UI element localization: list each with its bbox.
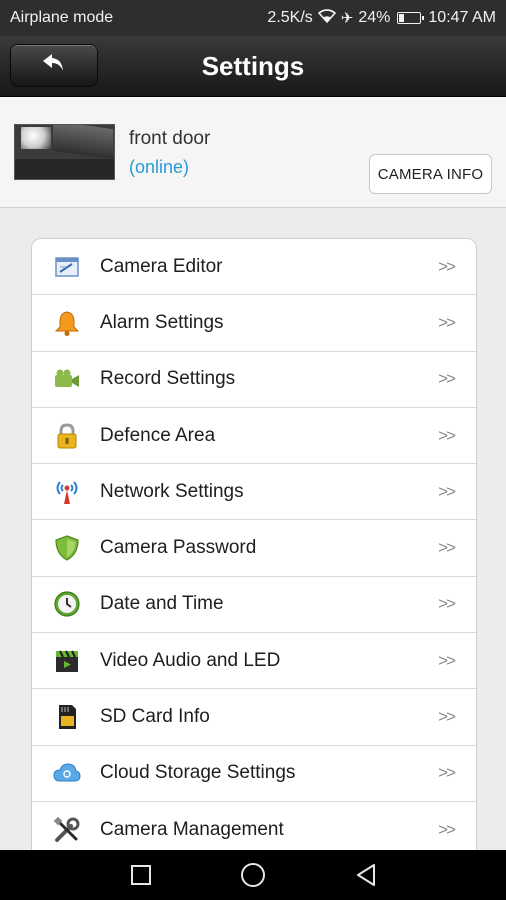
camera-info-button[interactable]: CAMERA INFO (369, 154, 492, 194)
settings-item-label: SD Card Info (100, 706, 210, 728)
settings-item-defence-area[interactable]: Defence Area >> (32, 408, 476, 465)
chevron-right-icon: >> (438, 650, 456, 670)
settings-item-cloud-storage-settings[interactable]: Cloud Storage Settings >> (32, 746, 476, 802)
title-bar: Settings (0, 36, 506, 97)
airplane-mode-text: Airplane mode (10, 9, 114, 26)
settings-item-camera-password[interactable]: Camera Password >> (32, 520, 476, 577)
chevron-right-icon: >> (438, 819, 456, 839)
camera-panel: front door (online) CAMERA INFO (0, 97, 506, 208)
shield-icon (52, 533, 82, 563)
back-button[interactable] (10, 44, 98, 87)
camera-status: (online) (129, 157, 190, 177)
clapperboard-icon (52, 646, 82, 676)
settings-item-video-audio-led[interactable]: Video Audio and LED >> (32, 633, 476, 690)
settings-item-label: Defence Area (100, 424, 216, 446)
chevron-right-icon: >> (438, 256, 456, 276)
tools-icon (52, 815, 82, 845)
settings-item-label: Camera Password (100, 537, 257, 559)
settings-item-label: Date and Time (100, 593, 224, 615)
back-arrow-icon (41, 52, 67, 79)
recents-square-icon[interactable] (126, 860, 156, 890)
settings-item-label: Camera Management (100, 818, 284, 840)
settings-item-date-and-time[interactable]: Date and Time >> (32, 577, 476, 634)
camera-thumbnail[interactable] (14, 124, 115, 180)
video-camera-icon (52, 364, 82, 394)
camera-name: front door (129, 128, 211, 149)
home-circle-icon[interactable] (238, 860, 268, 890)
chevron-right-icon: >> (438, 538, 456, 558)
chevron-right-icon: >> (438, 312, 456, 332)
settings-list: Camera Editor >> Alarm Settings >> Recor… (31, 238, 477, 878)
chevron-right-icon: >> (438, 707, 456, 727)
battery-percent: 24% (358, 9, 391, 26)
chevron-right-icon: >> (438, 763, 456, 783)
chevron-right-icon: >> (438, 481, 456, 501)
chevron-right-icon: >> (438, 369, 456, 389)
battery-icon (397, 12, 425, 24)
chevron-right-icon: >> (438, 425, 456, 445)
cloud-icon (52, 758, 82, 788)
alarm-bell-icon (52, 308, 82, 338)
network-antenna-icon (52, 477, 82, 507)
camera-editor-icon (52, 252, 82, 282)
wifi-icon (317, 9, 336, 27)
settings-item-sd-card-info[interactable]: SD Card Info >> (32, 689, 476, 746)
settings-item-label: Camera Editor (100, 255, 223, 277)
settings-item-label: Record Settings (100, 368, 236, 390)
settings-item-label: Video Audio and LED (100, 649, 281, 671)
sd-card-icon (52, 702, 82, 732)
clock-icon (52, 589, 82, 619)
chevron-right-icon: >> (438, 594, 456, 614)
clock: 10:47 AM (428, 9, 496, 26)
settings-item-label: Network Settings (100, 480, 244, 502)
system-nav-bar (0, 850, 506, 900)
status-bar: Airplane mode 2.5K/s ✈ 24% 10:47 AM (0, 0, 506, 36)
airplane-icon: ✈ (340, 10, 354, 27)
status-indicators: 2.5K/s ✈ 24% 10:47 AM (267, 9, 496, 27)
net-speed: 2.5K/s (267, 9, 313, 26)
settings-item-alarm-settings[interactable]: Alarm Settings >> (32, 295, 476, 352)
back-triangle-icon[interactable] (351, 860, 381, 890)
settings-item-network-settings[interactable]: Network Settings >> (32, 464, 476, 521)
settings-item-label: Cloud Storage Settings (100, 762, 296, 784)
page-title: Settings (201, 50, 305, 81)
settings-item-camera-editor[interactable]: Camera Editor >> (32, 239, 476, 296)
settings-item-label: Alarm Settings (100, 311, 224, 333)
lock-icon (52, 421, 82, 451)
settings-item-record-settings[interactable]: Record Settings >> (32, 352, 476, 408)
